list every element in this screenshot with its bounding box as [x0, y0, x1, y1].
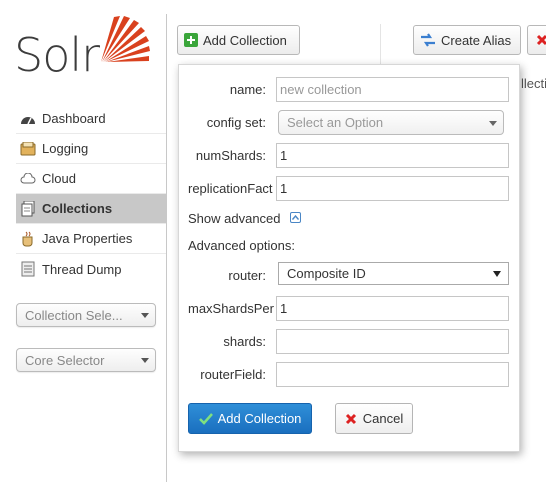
solr-sun-icon — [101, 16, 150, 62]
num-shards-label: numShards: — [195, 148, 266, 163]
alias-icon — [420, 33, 436, 47]
sidebar-item-thread-dump[interactable]: Thread Dump — [16, 254, 166, 284]
dropdown-arrow-icon — [493, 271, 501, 277]
sidebar-item-label: Java Properties — [42, 231, 133, 246]
dashboard-icon — [20, 111, 36, 127]
submit-label: Add Collection — [217, 411, 302, 426]
config-set-select[interactable]: Select an Option — [278, 110, 504, 135]
max-shards-label: maxShardsPer — [188, 301, 274, 316]
sidebar-item-java-properties[interactable]: Java Properties — [16, 224, 166, 254]
java-properties-icon — [20, 231, 36, 247]
solr-logo[interactable]: Solr — [14, 12, 154, 82]
delete-collection-button[interactable] — [527, 25, 546, 55]
show-advanced-toggle[interactable]: Show advanced — [188, 211, 281, 226]
cancel-label: Cancel — [362, 411, 404, 426]
sidebar-item-label: Cloud — [42, 171, 76, 186]
chevron-down-icon — [141, 313, 149, 318]
chevron-down-icon — [489, 121, 497, 126]
router-value: Composite ID — [287, 266, 366, 281]
sidebar-item-label: Dashboard — [42, 111, 106, 126]
core-selector-label: Core Selector — [25, 352, 105, 368]
close-icon — [536, 34, 546, 46]
router-select[interactable]: Composite ID — [278, 262, 509, 285]
content-divider — [166, 14, 167, 482]
name-label: name: — [229, 82, 266, 97]
sidebar-item-logging[interactable]: Logging — [16, 134, 166, 164]
plus-icon — [184, 33, 198, 47]
shards-label: shards: — [223, 334, 266, 349]
num-shards-input[interactable]: 1 — [276, 143, 509, 168]
advanced-options-heading: Advanced options: — [188, 238, 295, 253]
logo-text: Solr — [14, 28, 100, 82]
thread-dump-icon — [20, 261, 36, 277]
add-collection-dialog: name: new collection config set: Select … — [178, 64, 520, 452]
toolbar-divider — [380, 24, 381, 64]
sidebar-item-label: Logging — [42, 141, 89, 156]
cloud-icon — [20, 171, 36, 187]
sidebar-item-cloud[interactable]: Cloud — [16, 164, 166, 194]
router-field-input[interactable] — [276, 362, 509, 387]
collection-selector-label: Collection Sele... — [25, 307, 123, 323]
sidebar-item-dashboard[interactable]: Dashboard — [16, 104, 166, 134]
config-set-placeholder: Select an Option — [287, 115, 384, 130]
cancel-button[interactable]: Cancel — [335, 403, 413, 434]
checkmark-icon — [198, 412, 213, 425]
shards-input[interactable] — [276, 329, 509, 354]
logging-icon — [20, 141, 36, 157]
solr-admin-page: Solr Dashboard Logging Cloud Collections… — [0, 0, 546, 482]
chevron-up-icon[interactable] — [290, 212, 301, 223]
sidebar-nav: Dashboard Logging Cloud Collections Java… — [16, 104, 166, 284]
router-label: router: — [228, 268, 266, 283]
collections-icon — [20, 200, 36, 217]
add-collection-label: Add Collection — [203, 32, 287, 48]
sidebar-item-collections[interactable]: Collections — [16, 194, 166, 224]
name-input[interactable]: new collection — [276, 77, 509, 102]
replication-factor-label: replicationFact — [188, 181, 273, 196]
max-shards-input[interactable]: 1 — [276, 296, 509, 321]
sidebar-item-label: Thread Dump — [42, 261, 122, 277]
replication-factor-input[interactable]: 1 — [276, 176, 509, 201]
add-collection-button[interactable]: Add Collection — [177, 25, 300, 55]
chevron-down-icon — [141, 358, 149, 363]
router-field-label: routerField: — [200, 367, 266, 382]
collection-selector[interactable]: Collection Sele... — [16, 303, 156, 327]
create-alias-label: Create Alias — [441, 32, 512, 48]
create-alias-button[interactable]: Create Alias — [413, 25, 521, 55]
core-selector[interactable]: Core Selector — [16, 348, 156, 372]
submit-add-collection-button[interactable]: Add Collection — [188, 403, 312, 434]
config-set-label: config set: — [206, 115, 266, 130]
background-text: llectio — [521, 76, 546, 91]
sidebar-item-label: Collections — [42, 201, 113, 216]
close-icon — [345, 413, 357, 425]
